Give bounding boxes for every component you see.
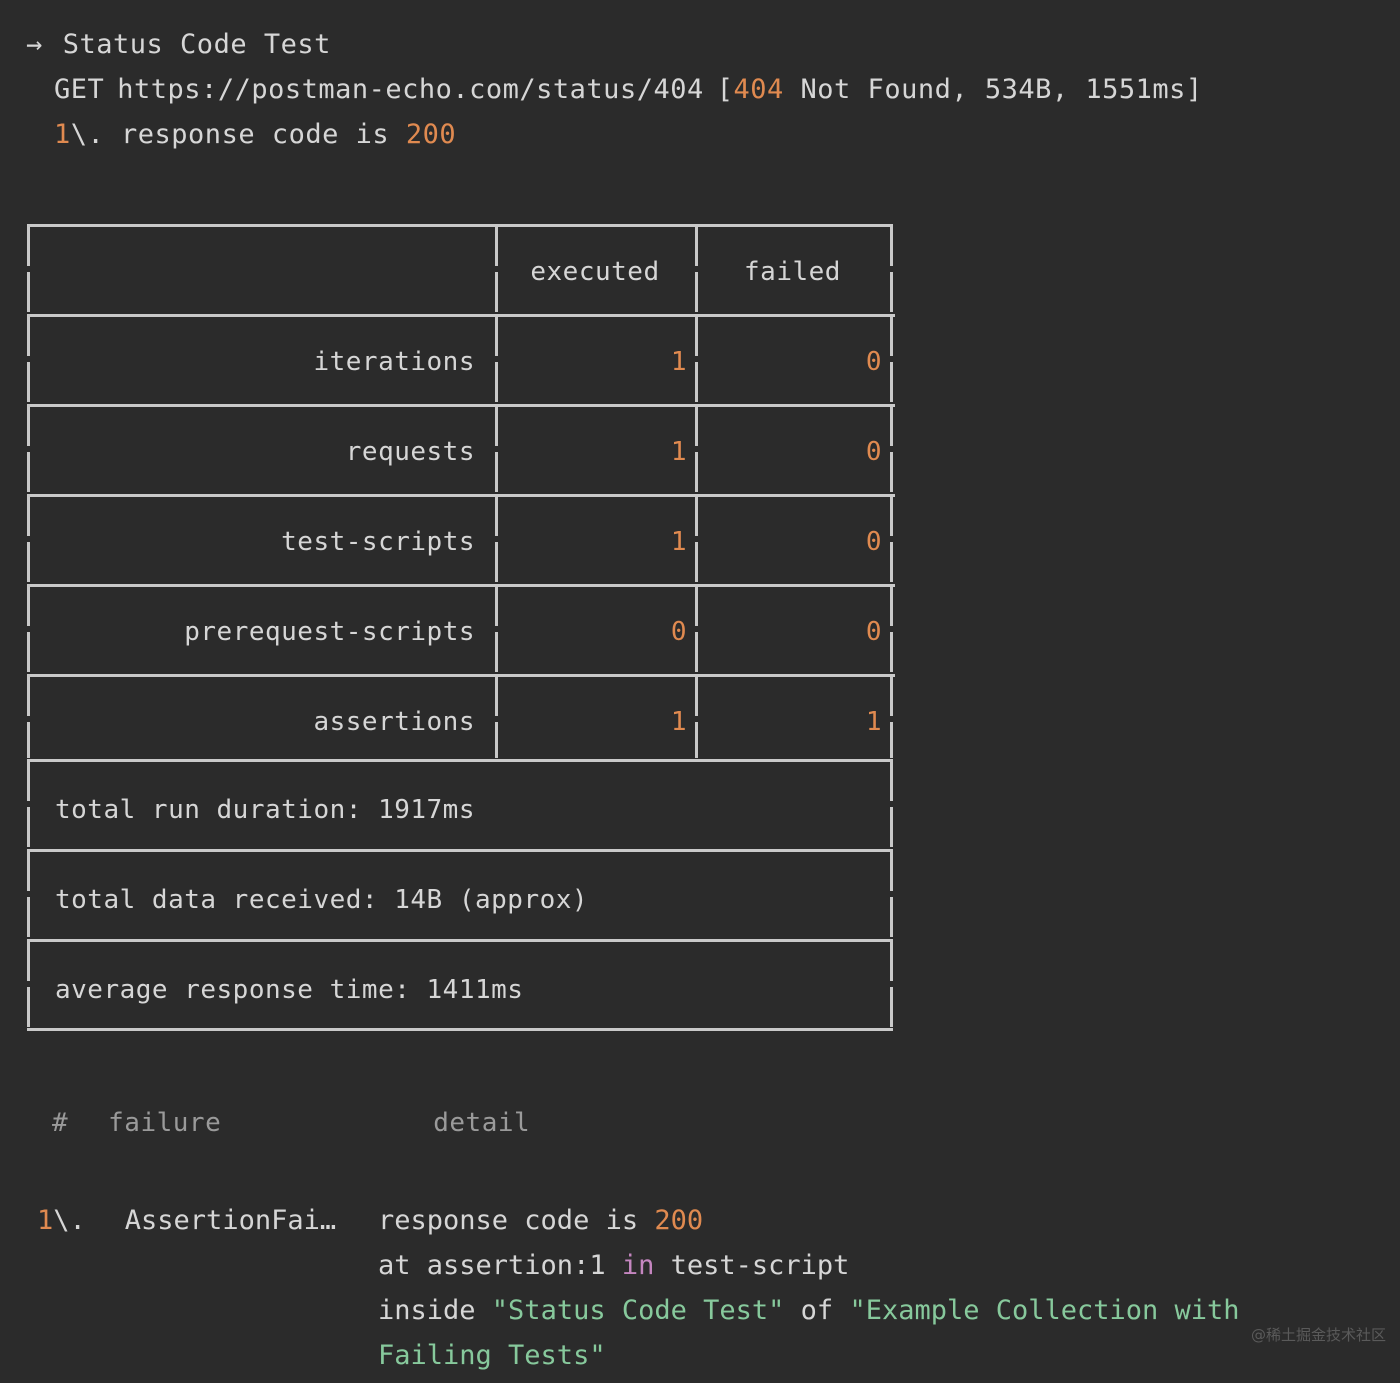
assertion-expected-value: 200 <box>406 119 456 150</box>
row-executed-value: 1 <box>495 349 687 375</box>
row-label: prerequest-scripts <box>27 619 475 645</box>
table-rule <box>27 939 893 942</box>
table-border-right <box>890 496 893 536</box>
table-border-right <box>890 406 893 446</box>
request-name: Status Code Test <box>63 29 331 60</box>
failure-location-prefix: at assertion:1 <box>378 1250 622 1281</box>
run-summary-table: executed failed iterations 1 0 requests … <box>27 224 893 1028</box>
failure-header-failure: failure <box>108 1108 221 1138</box>
row-label: requests <box>27 439 475 465</box>
failure-detail-text: response code is <box>378 1205 654 1236</box>
status-detail: Not Found, 534B, 1551ms <box>784 74 1186 105</box>
table-border-left <box>27 226 30 266</box>
assertion-text: \. response code is <box>71 119 406 150</box>
row-executed-value: 1 <box>495 709 687 735</box>
row-failed-value: 0 <box>695 529 882 555</box>
table-border-right <box>890 542 893 582</box>
row-failed-value: 0 <box>695 619 882 645</box>
row-label: assertions <box>27 709 475 735</box>
table-rule <box>27 314 895 317</box>
table-border-right <box>890 987 893 1027</box>
row-executed-value: 1 <box>495 439 687 465</box>
table-border-right <box>890 362 893 402</box>
failure-inside-prefix: inside <box>378 1295 492 1326</box>
failure-item-detail: response code is 200 at assertion:1 in t… <box>378 1198 1240 1378</box>
footer-total-data-received: total data received: 14B (approx) <box>55 887 588 913</box>
table-border-right <box>890 226 893 266</box>
status-bracket-open: [ <box>717 74 734 105</box>
row-failed-value: 0 <box>695 349 882 375</box>
table-rule <box>27 674 895 677</box>
table-border-right <box>890 676 893 716</box>
row-label: iterations <box>27 349 475 375</box>
failure-item-index: 1\. AssertionFai… <box>37 1198 336 1243</box>
table-border-right <box>890 807 893 847</box>
column-header-executed: executed <box>495 259 695 285</box>
table-border-right <box>890 586 893 626</box>
failure-index-suffix: \. <box>53 1205 86 1236</box>
table-border-right <box>890 941 893 981</box>
table-border-left <box>27 761 30 801</box>
table-rule <box>27 584 895 587</box>
table-border-left <box>27 941 30 981</box>
table-border-right <box>890 897 893 937</box>
footer-total-run-duration: total run duration: 1917ms <box>55 797 475 823</box>
failure-header-detail: detail <box>433 1108 530 1138</box>
failure-of-text: of <box>784 1295 849 1326</box>
failure-index: 1 <box>37 1205 53 1236</box>
row-label: test-scripts <box>27 529 475 555</box>
footer-average-response-time: average response time: 1411ms <box>55 977 523 1003</box>
row-failed-value: 0 <box>695 439 882 465</box>
failure-table-header: # failure detail <box>52 1108 530 1138</box>
watermark: @稀土掘金技术社区 <box>1251 1324 1386 1345</box>
status-bracket-close: ] <box>1186 74 1203 105</box>
table-border-right <box>890 761 893 801</box>
table-border-right <box>890 316 893 356</box>
failure-expected-value: 200 <box>654 1205 703 1236</box>
request-method: GET <box>54 74 104 105</box>
table-rule-bottom <box>27 1028 893 1031</box>
column-header-failed: failed <box>695 259 890 285</box>
assertion-index: 1 <box>54 119 71 150</box>
table-border-left <box>27 272 30 312</box>
table-border-left <box>27 807 30 847</box>
failure-location-suffix: test-script <box>654 1250 849 1281</box>
failure-collection-name: "Example Collection with <box>849 1295 1239 1326</box>
request-url: https://postman-echo.com/status/404 <box>117 74 703 105</box>
failure-name: AssertionFai… <box>125 1205 336 1236</box>
table-rule <box>27 494 895 497</box>
table-border-right <box>890 851 893 891</box>
table-border-right <box>890 722 893 758</box>
table-rule-top <box>27 224 893 227</box>
failure-request-name: "Status Code Test" <box>492 1295 785 1326</box>
table-border-right <box>890 272 893 312</box>
failure-keyword-in: in <box>622 1250 655 1281</box>
table-border-right <box>890 632 893 672</box>
row-failed-value: 1 <box>695 709 882 735</box>
arrow-icon: → <box>26 29 43 60</box>
table-border-left <box>27 987 30 1027</box>
failure-header-hash: # <box>52 1108 68 1138</box>
table-border-right <box>890 452 893 492</box>
table-rule <box>27 849 893 852</box>
row-executed-value: 1 <box>495 529 687 555</box>
table-rule <box>27 759 893 762</box>
failure-collection-name-cont: Failing Tests" <box>378 1340 606 1371</box>
request-summary-block: → Status Code Test GET https://postman-ech… <box>26 22 1203 157</box>
table-border-left <box>27 897 30 937</box>
row-executed-value: 0 <box>495 619 687 645</box>
table-rule <box>27 404 895 407</box>
table-border-left <box>27 851 30 891</box>
status-code: 404 <box>734 74 784 105</box>
